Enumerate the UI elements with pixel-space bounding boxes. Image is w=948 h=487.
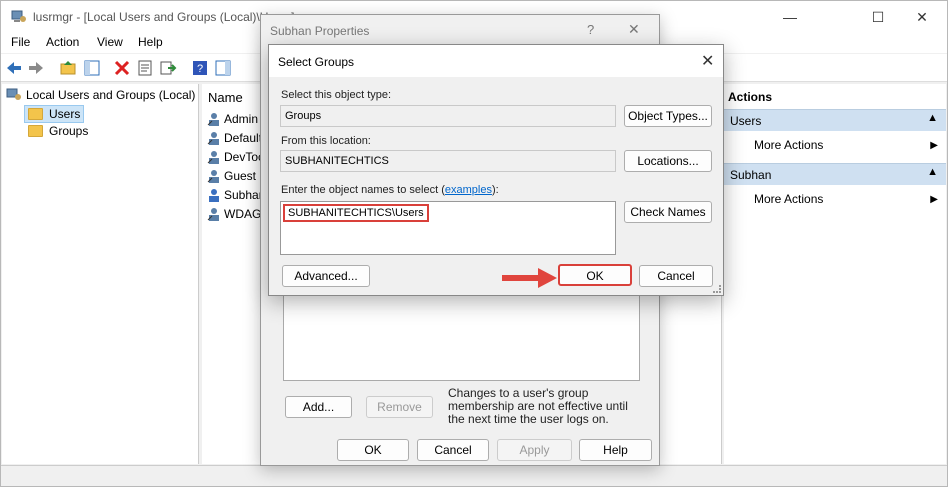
tree-root[interactable]: Local Users and Groups (Local) <box>6 88 195 102</box>
user-icon <box>207 113 219 126</box>
location-field: SUBHANITECHTICS <box>280 150 616 172</box>
list-item[interactable]: Subhan <box>207 188 265 202</box>
action-group-label: Users <box>730 114 762 128</box>
list-item-label: Admin <box>224 112 259 126</box>
submenu-arrow-icon: ▶ <box>930 194 938 205</box>
status-bar <box>1 465 947 486</box>
computer-users-icon <box>6 88 21 100</box>
actions-title: Actions <box>728 90 773 104</box>
add-button[interactable]: Add... <box>285 396 352 418</box>
menu-view[interactable]: View <box>97 35 123 49</box>
cancel-button[interactable]: Cancel <box>417 439 489 461</box>
close-button[interactable]: ✕ <box>628 21 640 38</box>
computer-management-icon <box>11 10 26 22</box>
object-names-label-suffix: ): <box>491 184 499 196</box>
tree-item-users-label: Users <box>49 107 81 121</box>
back-icon[interactable] <box>5 59 23 77</box>
select-groups-title-bar: Select Groups ✕ <box>269 45 723 77</box>
action-group-subhan[interactable]: Subhan ▲ <box>724 163 946 185</box>
user-icon <box>207 132 219 145</box>
object-types-button[interactable]: Object Types... <box>624 105 712 127</box>
actions-pane: Actions Users ▲ More Actions ▶ Subhan ▲ … <box>724 84 946 464</box>
export-list-icon[interactable] <box>159 59 177 77</box>
action-group-label: Subhan <box>730 168 772 182</box>
object-names-value: SUBHANITECHTICS\Users <box>283 204 429 222</box>
folder-icon <box>28 125 43 137</box>
close-button[interactable]: ✕ <box>907 7 937 27</box>
check-names-button[interactable]: Check Names <box>624 201 712 223</box>
object-names-label-text: Enter the object names to select ( <box>281 184 445 196</box>
object-type-field: Groups <box>280 105 616 127</box>
membership-note: Changes to a user's group membership are… <box>448 386 628 426</box>
forward-icon[interactable] <box>27 59 45 77</box>
menu-file[interactable]: File <box>11 35 30 49</box>
action-group-users[interactable]: Users ▲ <box>724 109 946 131</box>
select-groups-title: Select Groups <box>278 55 355 69</box>
properties-icon[interactable] <box>136 59 154 77</box>
properties-dialog-title: Subhan Properties <box>270 24 370 38</box>
object-names-input[interactable]: SUBHANITECHTICS\Users <box>280 201 616 255</box>
help-button[interactable]: Help <box>579 439 652 461</box>
collapse-icon[interactable]: ▲ <box>927 166 938 178</box>
collapse-icon[interactable]: ▲ <box>927 112 938 124</box>
folder-icon <box>28 108 43 120</box>
up-folder-icon[interactable] <box>59 59 77 77</box>
cancel-button[interactable]: Cancel <box>639 265 713 287</box>
list-item[interactable]: Default <box>207 131 262 145</box>
tree-item-users[interactable]: Users <box>24 105 85 123</box>
column-header-name[interactable]: Name <box>208 90 243 105</box>
user-icon <box>207 208 219 221</box>
menu-help[interactable]: Help <box>138 35 163 49</box>
list-item-label: Guest <box>224 169 257 183</box>
list-item-label: DevToc <box>224 150 265 164</box>
resize-grip-icon[interactable] <box>713 285 721 293</box>
location-label: From this location: <box>281 135 371 147</box>
list-item[interactable]: DevToc <box>207 150 264 164</box>
show-hide-tree-icon[interactable] <box>83 59 101 77</box>
user-icon <box>207 151 219 164</box>
locations-button[interactable]: Locations... <box>624 150 712 172</box>
ok-button[interactable]: OK <box>337 439 409 461</box>
select-groups-dialog: Select Groups ✕ Select this object type:… <box>268 44 724 296</box>
maximize-button[interactable]: ☐ <box>863 7 893 27</box>
more-actions-subhan[interactable]: More Actions <box>754 192 823 206</box>
window-title: lusrmgr - [Local Users and Groups (Local… <box>33 10 295 24</box>
tree-item-groups-label: Groups <box>49 124 89 138</box>
svg-text:?: ? <box>197 63 203 75</box>
help-icon[interactable]: ? <box>191 59 209 77</box>
object-type-label: Select this object type: <box>281 89 392 101</box>
delete-icon[interactable] <box>113 59 131 77</box>
list-item-label: Default <box>224 131 263 145</box>
examples-link[interactable]: examples <box>445 184 492 196</box>
object-names-label: Enter the object names to select (exampl… <box>281 184 499 196</box>
advanced-button[interactable]: Advanced... <box>282 265 370 287</box>
ok-button[interactable]: OK <box>558 264 632 286</box>
tree-item-groups[interactable]: Groups <box>28 124 88 138</box>
user-icon <box>209 189 219 202</box>
more-actions-users[interactable]: More Actions <box>754 138 823 152</box>
tree-root-label: Local Users and Groups (Local) <box>26 88 196 102</box>
member-of-list[interactable] <box>283 291 640 381</box>
help-button[interactable]: ? <box>587 22 594 37</box>
list-item[interactable]: Guest <box>207 169 256 183</box>
menu-action[interactable]: Action <box>46 35 79 49</box>
close-button[interactable]: ✕ <box>701 51 714 71</box>
submenu-arrow-icon: ▶ <box>930 140 938 151</box>
annotation-arrow-icon <box>502 268 557 288</box>
user-icon <box>207 170 219 183</box>
remove-button[interactable]: Remove <box>366 396 433 418</box>
console-tree: Local Users and Groups (Local) Users Gro… <box>2 84 199 464</box>
minimize-button[interactable]: — <box>775 7 805 27</box>
show-hide-action-pane-icon[interactable] <box>214 59 232 77</box>
apply-button[interactable]: Apply <box>497 439 572 461</box>
list-item[interactable]: Admin <box>207 112 258 126</box>
